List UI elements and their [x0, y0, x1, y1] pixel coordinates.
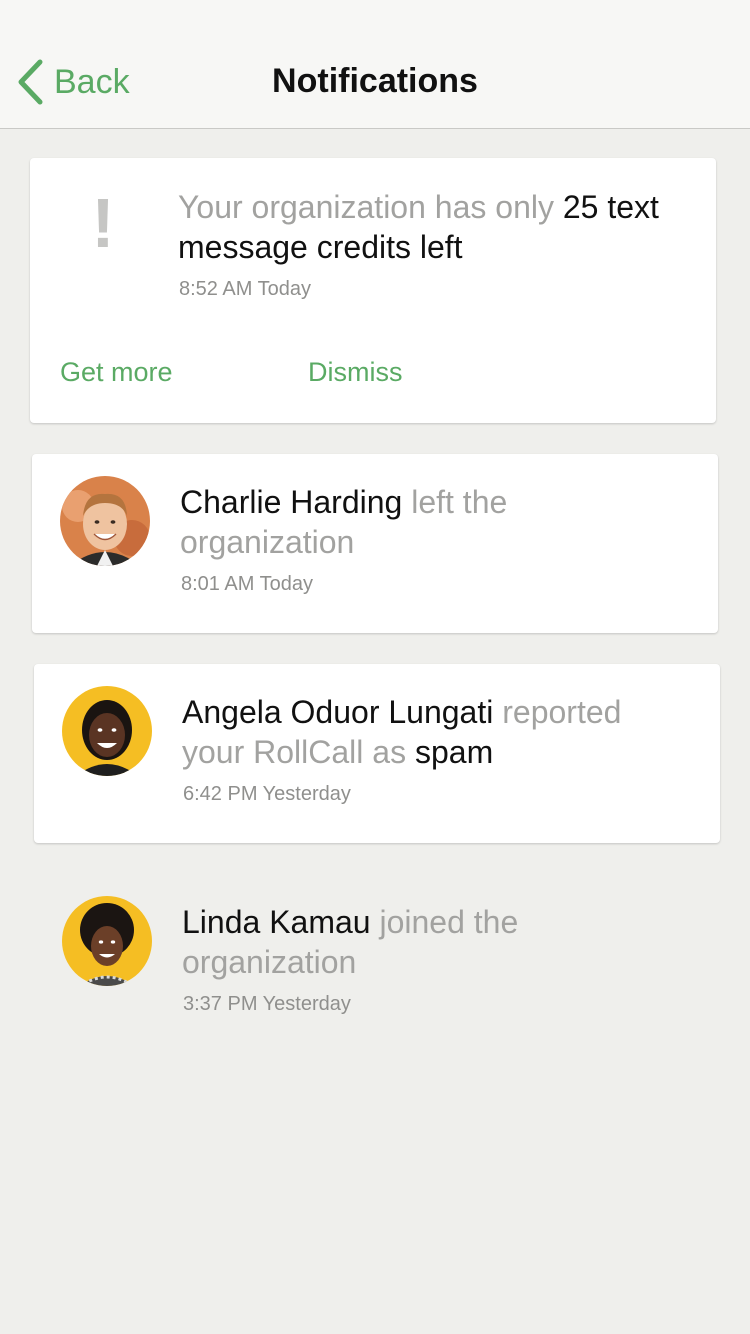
- member-name: Charlie Harding: [180, 484, 403, 520]
- notification-text: Angela Oduor Lungati reported your RollC…: [182, 692, 682, 772]
- notification-timestamp: 3:37 PM Yesterday: [183, 993, 351, 1015]
- notification-item[interactable]: Charlie Harding left the organization 8:…: [32, 454, 718, 633]
- credits-alert-card: ! Your organization has only 25 text mes…: [30, 158, 716, 423]
- alert-message: Your organization has only 25 text messa…: [178, 187, 678, 267]
- avatar: [60, 476, 150, 566]
- get-more-button[interactable]: Get more: [60, 357, 173, 388]
- exclamation-icon: !: [91, 184, 115, 262]
- navigation-bar: Back Notifications: [0, 0, 750, 129]
- member-name: Angela Oduor Lungati: [182, 694, 494, 730]
- notification-timestamp: 8:01 AM Today: [181, 573, 313, 595]
- notification-item[interactable]: Angela Oduor Lungati reported your RollC…: [34, 664, 720, 843]
- alert-timestamp: 8:52 AM Today: [179, 278, 311, 300]
- dismiss-button[interactable]: Dismiss: [308, 357, 403, 388]
- notification-item[interactable]: Linda Kamau joined the organization 3:37…: [34, 874, 720, 1053]
- member-name: Linda Kamau: [182, 904, 371, 940]
- notification-timestamp: 6:42 PM Yesterday: [183, 783, 351, 805]
- avatar: [62, 686, 152, 776]
- avatar: [62, 896, 152, 986]
- alert-message-text: Your organization has only: [178, 189, 563, 225]
- page-title: Notifications: [272, 62, 478, 100]
- notification-emphasis: spam: [414, 734, 494, 770]
- notification-text: Linda Kamau joined the organization: [182, 902, 682, 982]
- notification-text: Charlie Harding left the organization: [180, 482, 680, 562]
